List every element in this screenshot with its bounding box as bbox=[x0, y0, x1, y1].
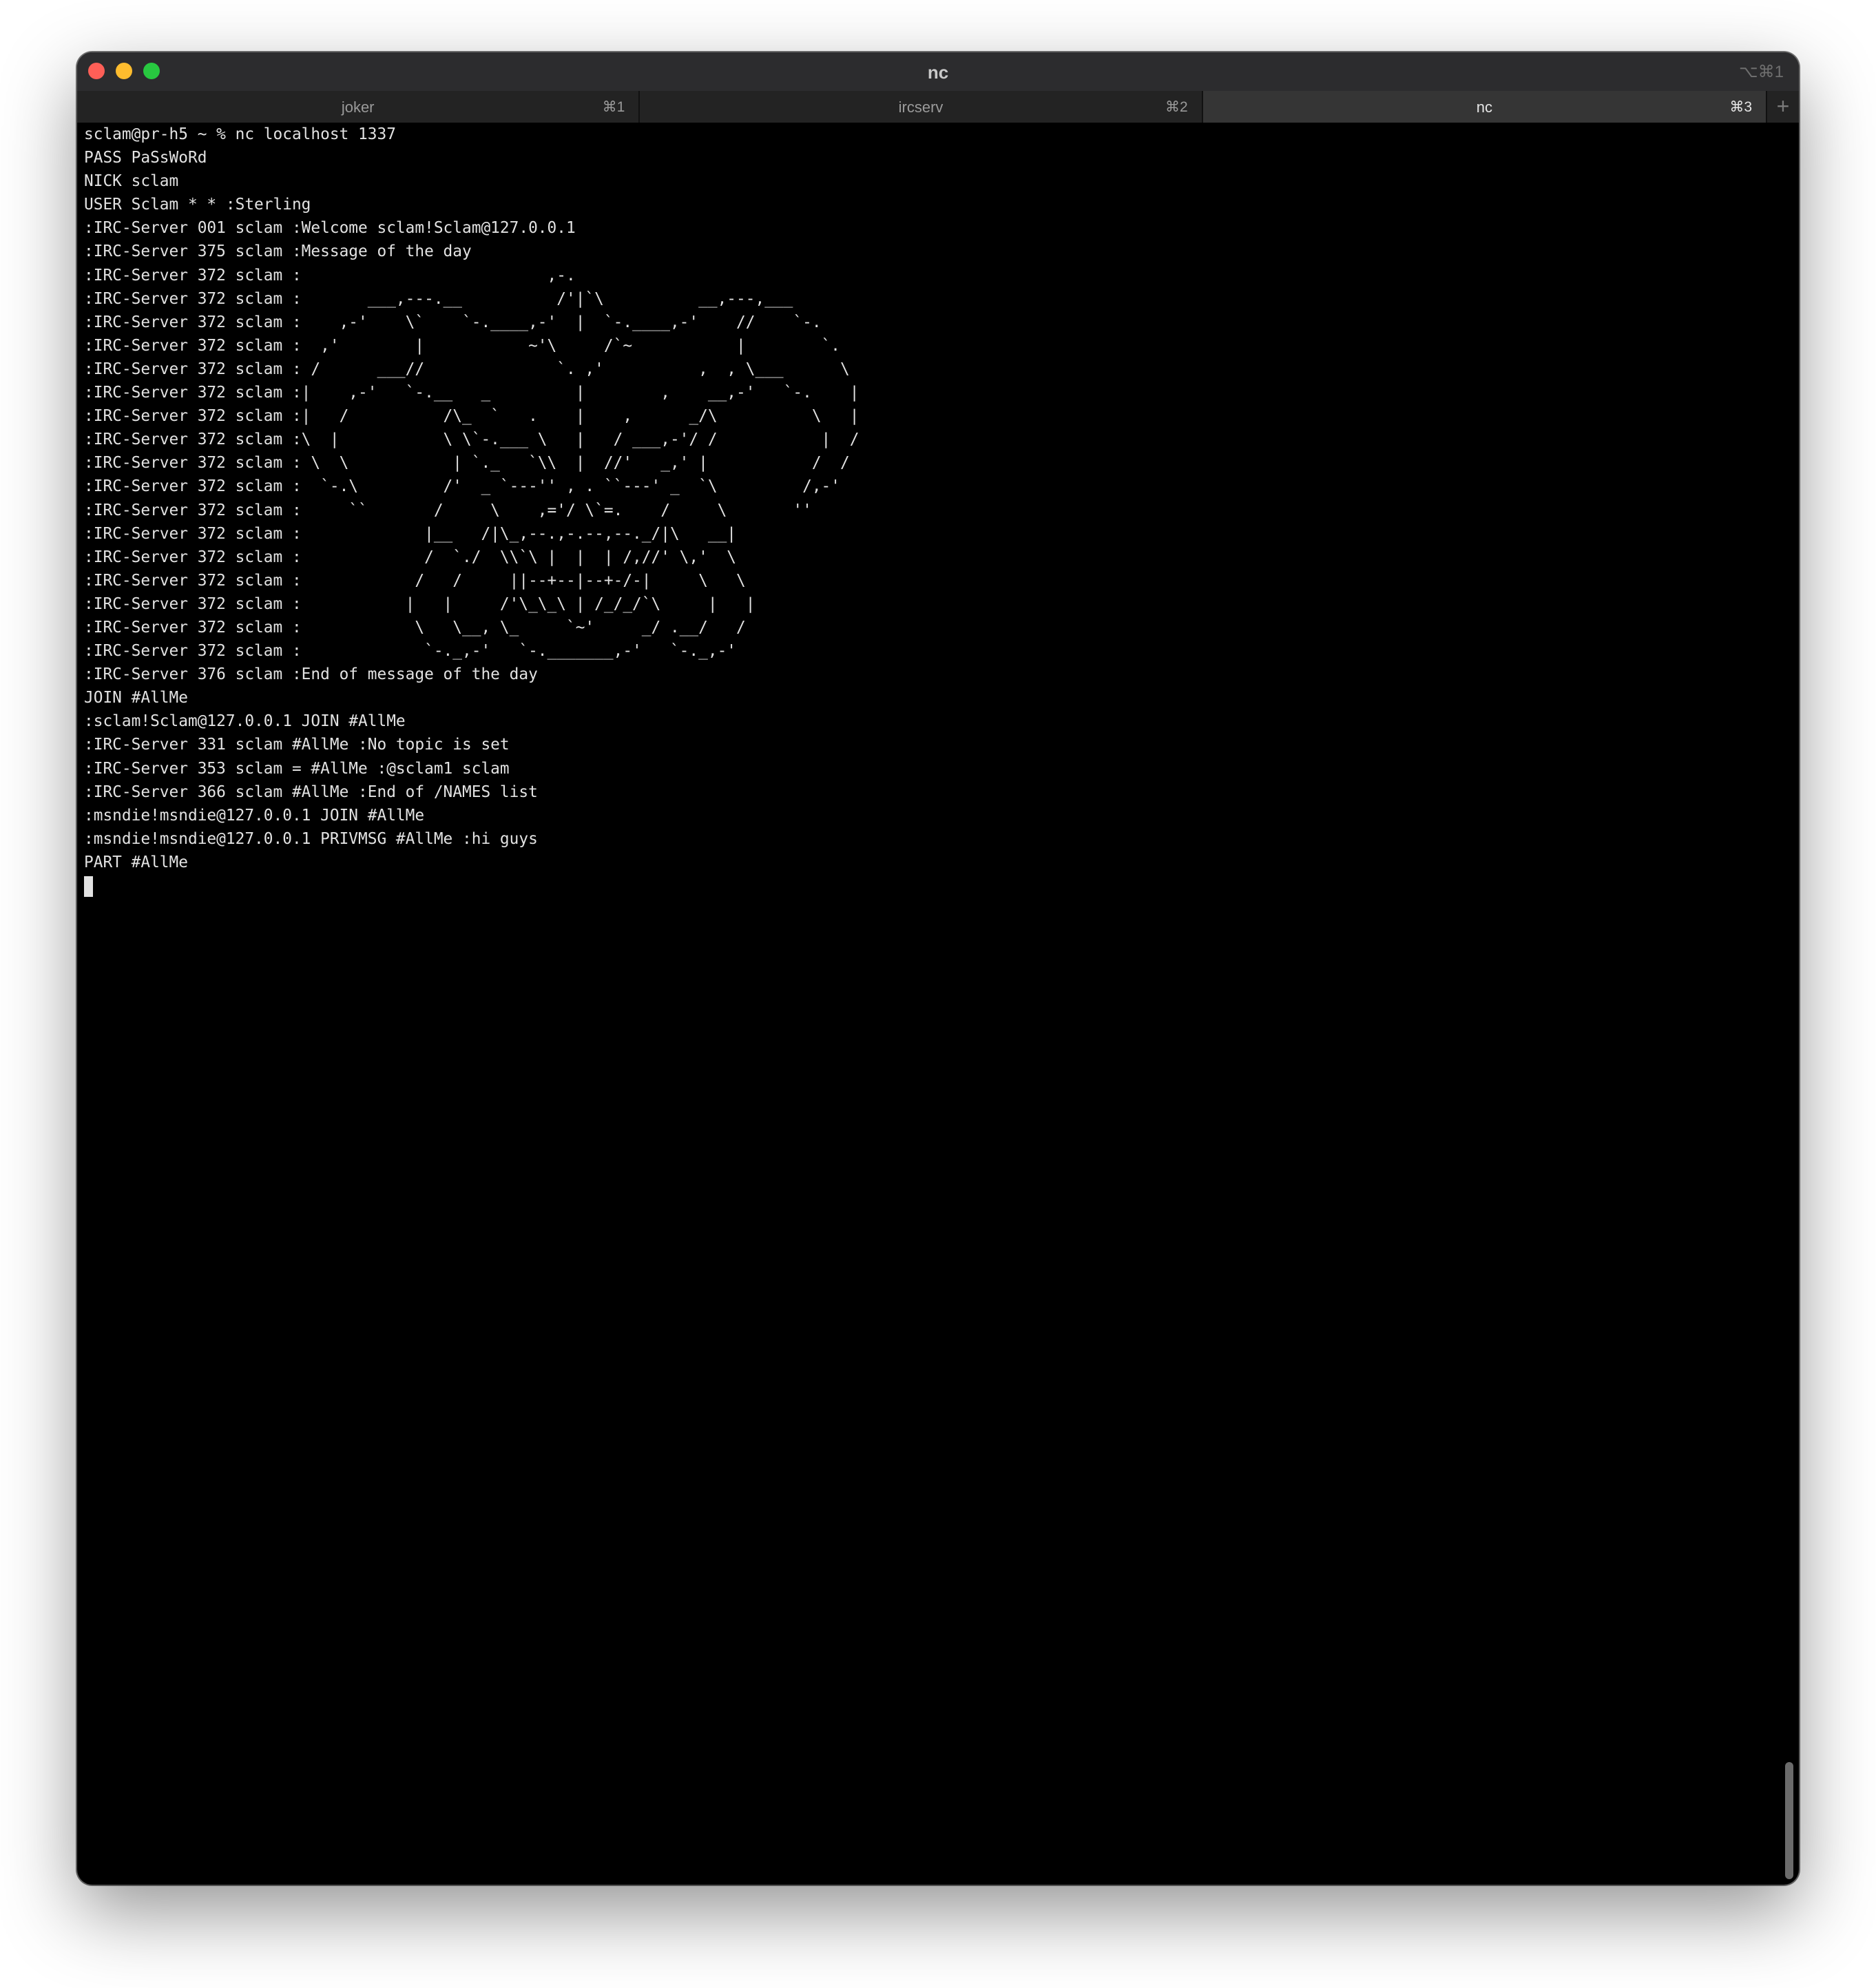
terminal-line: sclam@pr-h5 ~ % nc localhost 1337 bbox=[84, 125, 396, 143]
terminal-line: :msndie!msndie@127.0.0.1 JOIN #AllMe bbox=[84, 806, 425, 825]
terminal-line: :IRC-Server 372 sclam :| ,-' `-.__ _ | ,… bbox=[84, 384, 859, 402]
window-shortcut: ⌥⌘1 bbox=[1738, 63, 1784, 81]
terminal-line: :IRC-Server 372 sclam :\ | \ \`-.___ \ |… bbox=[84, 431, 859, 449]
terminal-line: :sclam!Sclam@127.0.0.1 JOIN #AllMe bbox=[84, 712, 406, 731]
terminal-line: :IRC-Server 353 sclam = #AllMe :@sclam1 … bbox=[84, 759, 510, 778]
tab-joker[interactable]: joker ⌘1 bbox=[77, 91, 640, 123]
terminal-line: :IRC-Server 366 sclam #AllMe :End of /NA… bbox=[84, 783, 538, 801]
scrollbar-thumb[interactable] bbox=[1785, 1762, 1793, 1879]
tab-bar: joker ⌘1 ircserv ⌘2 nc ⌘3 + bbox=[77, 91, 1799, 123]
terminal-line: NICK sclam bbox=[84, 172, 179, 191]
terminal-line: :IRC-Server 372 sclam : / `./ \\`\ | | |… bbox=[84, 548, 737, 566]
terminal-line: :IRC-Server 372 sclam : `-._,-' `-._____… bbox=[84, 642, 737, 661]
terminal-line: :IRC-Server 372 sclam : `` / \ ,='/ \`=.… bbox=[84, 501, 812, 519]
tab-label: joker bbox=[341, 99, 375, 116]
terminal-line: :IRC-Server 372 sclam : \ \ | `._ `\\ | … bbox=[84, 454, 850, 473]
tab-ircserv[interactable]: ircserv ⌘2 bbox=[640, 91, 1203, 123]
title-bar[interactable]: nc ⌥⌘1 bbox=[77, 52, 1799, 92]
terminal-line: :IRC-Server 372 sclam : / / ||--+--|--+-… bbox=[84, 571, 746, 590]
tab-label: ircserv bbox=[898, 99, 944, 116]
tab-nc[interactable]: nc ⌘3 bbox=[1202, 91, 1768, 123]
window-title: nc bbox=[927, 62, 949, 83]
prompt-line[interactable] bbox=[84, 874, 1778, 898]
terminal-line: JOIN #AllMe bbox=[84, 689, 188, 707]
terminal-line: :IRC-Server 372 sclam : |__ /|\_,--.,-.-… bbox=[84, 524, 737, 543]
terminal-line: PASS PaSsWoRd bbox=[84, 149, 207, 167]
terminal-line: :IRC-Server 372 sclam : ___,---.__ /'|`\… bbox=[84, 289, 793, 308]
new-tab-button[interactable]: + bbox=[1767, 91, 1799, 123]
terminal-line: :IRC-Server 372 sclam : \ \__, \_ `~' _/… bbox=[84, 618, 746, 636]
terminal-line: :IRC-Server 372 sclam : `-.\ /' _ `---''… bbox=[84, 477, 840, 496]
terminal-line: :IRC-Server 376 sclam :End of message of… bbox=[84, 665, 538, 684]
tab-shortcut: ⌘3 bbox=[1729, 99, 1753, 115]
terminal-line: :IRC-Server 372 sclam : ,' | ~'\ /`~ | `… bbox=[84, 336, 840, 355]
terminal-line: :IRC-Server 372 sclam : ,-' \` `-.____,-… bbox=[84, 313, 822, 331]
terminal-line: :IRC-Server 372 sclam : / ___// `. ,' , … bbox=[84, 360, 850, 378]
terminal-window: nc ⌥⌘1 joker ⌘1 ircserv ⌘2 nc ⌘3 + sclam… bbox=[77, 52, 1799, 1885]
terminal-line: :IRC-Server 331 sclam #AllMe :No topic i… bbox=[84, 736, 510, 754]
terminal-line: :IRC-Server 372 sclam : ,-. bbox=[84, 266, 576, 284]
text-cursor bbox=[84, 876, 93, 897]
terminal-output[interactable]: sclam@pr-h5 ~ % nc localhost 1337 PASS Pa… bbox=[84, 123, 1778, 1885]
terminal-line: :msndie!msndie@127.0.0.1 PRIVMSG #AllMe … bbox=[84, 829, 538, 848]
terminal-line: :IRC-Server 375 sclam :Message of the da… bbox=[84, 242, 472, 261]
terminal-line: :IRC-Server 001 sclam :Welcome sclam!Scl… bbox=[84, 219, 576, 238]
tab-label: nc bbox=[1476, 99, 1492, 116]
terminal-line: :IRC-Server 372 sclam : | | /'\_\_\ | /_… bbox=[84, 594, 755, 613]
terminal-line: :IRC-Server 372 sclam :| / /\_ ` . | , _… bbox=[84, 407, 859, 426]
terminal-line: PART #AllMe bbox=[84, 853, 188, 871]
tab-shortcut: ⌘2 bbox=[1165, 99, 1188, 115]
scrollbar[interactable] bbox=[1780, 123, 1797, 1885]
terminal-line: USER Sclam * * :Sterling bbox=[84, 196, 311, 214]
tab-shortcut: ⌘1 bbox=[602, 99, 625, 115]
